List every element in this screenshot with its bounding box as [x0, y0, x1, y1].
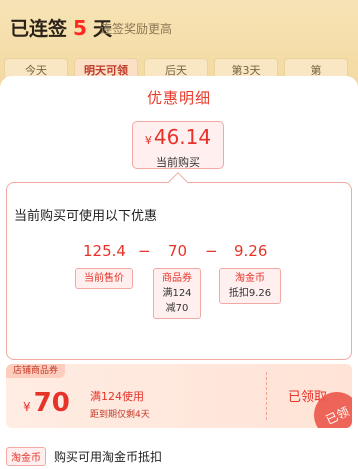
panel-title: 优惠明细: [146, 89, 211, 107]
current-price-amount: ¥46.14: [133, 126, 223, 152]
eq-coupon: 70: [168, 242, 188, 260]
discount-calculation-box: 当前购买可使用以下优惠 125.4 − 70 − 9.26 当前售价 商品券 满…: [6, 182, 352, 360]
coin-info-row: 淘金币 购买可用淘金币抵扣: [6, 446, 162, 466]
currency-symbol: ¥: [144, 134, 152, 147]
checkin-subtitle: 连签奖励更高: [100, 22, 173, 36]
shop-coupon-card[interactable]: 店铺商品券 ¥70 满124使用 距到期仅剩4天 已领取 已领: [6, 364, 352, 428]
eq-price: 125.4: [83, 242, 126, 260]
coupon-type-badge: 店铺商品券: [6, 364, 66, 378]
eq-coins: 9.26: [234, 242, 268, 260]
tag-coupon: 商品券 满124 减70: [153, 268, 201, 319]
calc-heading: 当前购买可使用以下优惠: [14, 209, 158, 224]
current-price-value: 46.14: [153, 125, 212, 149]
tag-current-price-label: 当前售价: [84, 273, 124, 284]
coupon-amount: ¥70: [23, 388, 70, 422]
coupon-currency: ¥: [23, 400, 31, 414]
tag-coins: 淘金币 抵扣9.26: [219, 268, 281, 304]
coupon-condition: 满124使用: [90, 390, 144, 403]
current-price-box: ¥46.14 当前购买: [132, 121, 224, 169]
tag-coupon-line2: 减70: [165, 303, 189, 314]
checkin-title-prefix: 已连签: [10, 18, 68, 40]
current-price-caption: 当前购买: [156, 156, 200, 169]
coupon-amount-value: 70: [33, 388, 70, 418]
tag-coupon-label: 商品券: [162, 273, 192, 284]
eq-minus-2: −: [205, 242, 218, 260]
tag-coins-line: 抵扣9.26: [228, 288, 272, 299]
coin-info-text: 购买可用淘金币抵扣: [54, 449, 163, 464]
coupon-expiry: 距到期仅剩4天: [90, 410, 150, 420]
tag-coins-label: 淘金币: [235, 273, 265, 284]
tag-coupon-line1: 满124: [162, 288, 192, 299]
eq-minus-1: −: [138, 242, 151, 260]
discount-detail-panel: 优惠明细 ¥46.14 当前购买 当前购买可使用以下优惠 125.4 − 70 …: [0, 76, 358, 469]
checkin-title: 已连签 5 天: [10, 14, 112, 41]
checkin-days-count: 5: [73, 16, 87, 40]
coupon-divider: [266, 372, 267, 420]
calc-equation: 125.4 − 70 − 9.26: [7, 242, 353, 264]
tag-current-price: 当前售价: [75, 268, 133, 289]
coin-tag: 淘金币: [6, 446, 46, 466]
